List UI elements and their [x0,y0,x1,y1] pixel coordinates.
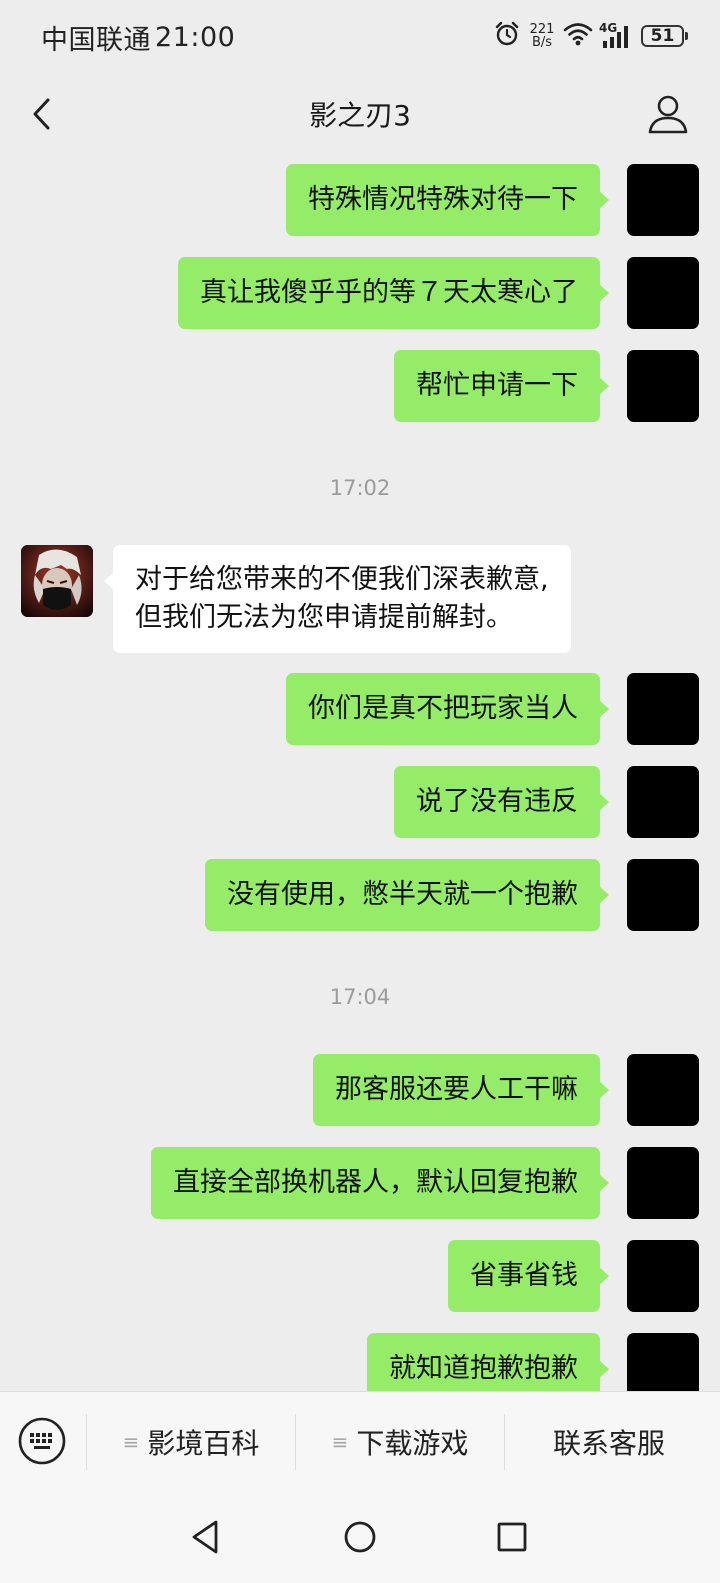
carrier-time: 中国联通 21:00 [41,18,235,57]
message-list[interactable]: 特殊情况特殊对待一下 真让我傻乎乎的等７天太寒心了 帮忙申请一下 17:02 对… [0,156,720,1404]
message-bubble-self[interactable]: 没有使用，憋半天就一个抱歉 [205,859,609,931]
square-recents-icon [497,1522,527,1552]
menu-lines-icon: ≡ [122,1430,140,1454]
avatar-self[interactable] [627,1147,699,1219]
avatar-self[interactable] [627,1054,699,1126]
message-row-self: 帮忙申请一下 [0,350,720,422]
message-bubble-self[interactable]: 直接全部换机器人，默认回复抱歉 [151,1147,609,1219]
message-bubble-self[interactable]: 真让我傻乎乎的等７天太寒心了 [178,257,609,329]
message-bubble-self[interactable]: 那客服还要人工干嘛 [313,1054,609,1126]
avatar-self[interactable] [627,350,699,422]
message-row-self: 没有使用，憋半天就一个抱歉 [0,859,720,931]
menu-lines-icon: ≡ [331,1430,349,1454]
message-row-self: 你们是真不把玩家当人 [0,673,720,745]
message-bubble-self[interactable]: 说了没有违反 [394,766,609,838]
system-recents-button[interactable] [488,1513,536,1561]
avatar-self[interactable] [627,1240,699,1312]
message-row-self: 真让我傻乎乎的等７天太寒心了 [0,257,720,329]
keyboard-icon [18,1417,66,1465]
carrier-label: 中国联通 [41,25,151,56]
avatar-self[interactable] [627,673,699,745]
system-back-button[interactable] [182,1513,230,1561]
message-bubble-other[interactable]: 对于给您带来的不便我们深表歉意, 但我们无法为您申请提前解封。 [104,545,571,653]
message-row-self: 特殊情况特殊对待一下 [0,164,720,236]
system-navigation-bar [0,1491,720,1583]
status-bar: 中国联通 21:00 221 B/s 4G 51 [0,0,720,72]
game-character-avatar-icon [21,545,93,617]
message-row-self: 直接全部换机器人，默认回复抱歉 [0,1147,720,1219]
chat-header: 影之刃3 [0,72,720,156]
message-bubble-self[interactable]: 省事省钱 [448,1240,609,1312]
battery-indicator: 51 [641,25,688,47]
battery-level: 51 [650,26,675,46]
message-row-other: 对于给您带来的不便我们深表歉意, 但我们无法为您申请提前解封。 [0,545,720,653]
menu-item-label: 影境百科 [147,1427,260,1460]
message-bubble-self[interactable]: 帮忙申请一下 [394,350,609,422]
menu-item-download-game[interactable]: ≡ 下载游戏 [296,1392,504,1492]
net-speed: 221 B/s [527,23,557,49]
avatar-self[interactable] [627,859,699,931]
menu-item-encyclopedia[interactable]: ≡ 影境百科 [87,1392,295,1492]
chat-title: 影之刃3 [309,99,411,132]
menu-item-contact-support[interactable]: 联系客服 [505,1392,713,1492]
person-icon [648,95,688,134]
keyboard-toggle-button[interactable] [17,1416,67,1466]
timestamp: 17:02 [329,476,391,500]
avatar-self[interactable] [627,164,699,236]
message-row-self: 省事省钱 [0,1240,720,1312]
avatar-official-account[interactable] [21,545,93,617]
menu-item-label: 下载游戏 [356,1427,469,1460]
timestamp: 17:04 [329,985,391,1009]
message-line: 对于给您带来的不便我们深表歉意, [135,564,549,595]
avatar-self[interactable] [627,257,699,329]
service-menu-bar: ≡ 影境百科 ≡ 下载游戏 联系客服 [0,1391,720,1492]
clock-label: 21:00 [155,22,236,53]
message-line: 但我们无法为您申请提前解封。 [135,602,513,633]
message-bubble-self[interactable]: 你们是真不把玩家当人 [286,673,609,745]
status-icons: 221 B/s 4G 51 [493,18,688,54]
message-row-self: 说了没有违反 [0,766,720,838]
cellular-signal-icon: 4G [599,22,631,50]
circle-home-icon [344,1521,376,1553]
system-home-button[interactable] [336,1513,384,1561]
menu-item-label: 联系客服 [552,1427,665,1460]
alarm-icon [493,20,521,52]
message-bubble-self[interactable]: 特殊情况特殊对待一下 [286,164,609,236]
wifi-icon [563,21,593,51]
net-speed-unit: B/s [531,35,553,50]
triangle-back-icon [192,1520,218,1554]
app-root: 中国联通 21:00 221 B/s 4G 51 影之刃3 特殊情况特殊对待一下… [0,0,720,1583]
message-row-self: 那客服还要人工干嘛 [0,1054,720,1126]
avatar-self[interactable] [627,766,699,838]
profile-button[interactable] [646,92,690,136]
